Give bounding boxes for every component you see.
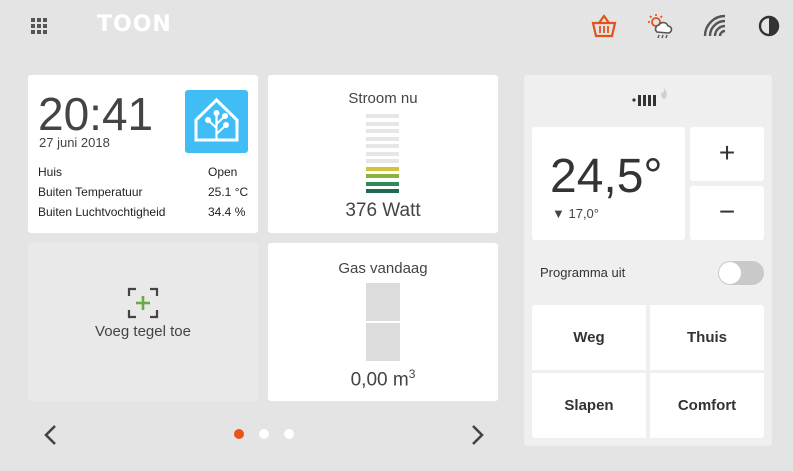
power-level-segment xyxy=(366,174,399,178)
clock-tile[interactable]: 20:41 27 juni 2018 Huis Open Buiten Temp… xyxy=(28,75,258,233)
row-label-temperature: Buiten Temperatuur xyxy=(38,185,143,199)
row-value-huis: Open xyxy=(208,165,238,179)
gas-unit-sup: 3 xyxy=(408,367,416,381)
toon-logo: TOON xyxy=(97,12,172,37)
page-dot-3[interactable] xyxy=(284,429,294,439)
weather-icon[interactable] xyxy=(646,12,674,40)
gas-title: Gas vandaag xyxy=(338,260,428,277)
gas-value: 0,00 m xyxy=(350,369,409,391)
power-level-segment xyxy=(366,114,399,118)
gas-level-upper xyxy=(366,283,400,321)
power-level-segment xyxy=(366,159,399,163)
power-level-segment xyxy=(366,129,399,133)
radiator-flame-icon xyxy=(632,88,667,106)
power-level-segment xyxy=(366,181,399,186)
power-tile[interactable]: Stroom nu 376 Watt xyxy=(268,75,498,233)
setpoint-temperature: ▼ 17,0° xyxy=(552,206,599,221)
power-level-segment xyxy=(366,166,399,171)
contrast-icon[interactable] xyxy=(755,12,783,40)
row-value-humidity: 34.4 % xyxy=(208,205,246,219)
add-tile-label: Voeg tegel toe xyxy=(95,323,191,340)
signal-icon[interactable] xyxy=(701,12,729,40)
row-value-temperature: 25.1 °C xyxy=(208,185,249,199)
chevron-left-icon[interactable] xyxy=(36,420,66,450)
add-tile-icon xyxy=(127,287,159,319)
program-toggle-knob xyxy=(719,262,741,284)
page-dot-1[interactable] xyxy=(234,429,244,439)
home-assistant-icon xyxy=(185,90,248,153)
clock-date: 27 juni 2018 xyxy=(39,135,110,150)
power-level-segment xyxy=(366,136,399,141)
apps-grid-icon[interactable] xyxy=(31,18,47,34)
add-tile[interactable]: Voeg tegel toe xyxy=(28,243,258,401)
preset-slapen-button[interactable]: Slapen xyxy=(532,373,646,438)
program-toggle[interactable] xyxy=(718,261,764,285)
gas-tile[interactable]: Gas vandaag 0,00 m3 xyxy=(268,243,498,401)
current-temperature: 24,5° xyxy=(550,150,663,203)
temperature-display: 24,5° ▼ 17,0° xyxy=(532,127,685,240)
top-bar: TOON xyxy=(0,0,793,52)
power-level-segment xyxy=(366,189,399,193)
page-dot-2[interactable] xyxy=(259,429,269,439)
power-title: Stroom nu xyxy=(348,90,418,107)
preset-thuis-button[interactable]: Thuis xyxy=(650,305,764,370)
row-label-huis: Huis xyxy=(38,165,63,179)
decrease-temp-button[interactable]: − xyxy=(690,186,764,240)
thermostat-panel: 24,5° ▼ 17,0° + − Programma uit Weg Thui… xyxy=(524,75,772,446)
row-label-humidity: Buiten Luchtvochtigheid xyxy=(38,205,166,219)
power-level-segment xyxy=(366,151,399,156)
chevron-right-icon[interactable] xyxy=(462,420,492,450)
program-label: Programma uit xyxy=(540,265,626,280)
power-level-segment xyxy=(366,144,399,148)
gas-value-wrap: 0,00 m3 xyxy=(268,367,498,391)
power-level-segment xyxy=(366,121,399,126)
preset-comfort-button[interactable]: Comfort xyxy=(650,373,764,438)
increase-temp-button[interactable]: + xyxy=(690,127,764,181)
gas-level-lower xyxy=(366,323,400,361)
basket-icon[interactable] xyxy=(590,12,618,40)
clock-time: 20:41 xyxy=(38,88,154,140)
preset-weg-button[interactable]: Weg xyxy=(532,305,646,370)
power-value: 376 Watt xyxy=(345,200,421,221)
